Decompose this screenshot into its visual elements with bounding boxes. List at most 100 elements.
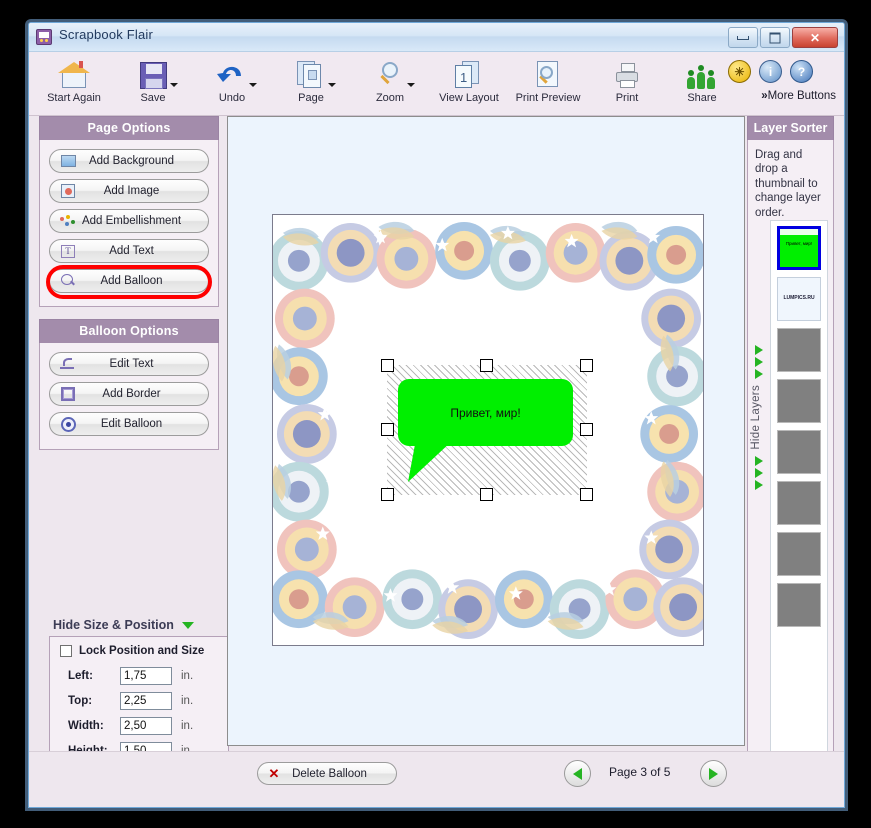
layer-thumbnail[interactable] xyxy=(777,532,821,576)
toolbar-print[interactable]: Print xyxy=(584,57,670,104)
toolbar-view-layout[interactable]: 1 View Layout xyxy=(426,57,512,104)
scrapbook-page[interactable]: Привет, мир! xyxy=(272,214,704,646)
edit-text-button[interactable]: Edit Text xyxy=(49,352,209,376)
triangle-up-group-icon xyxy=(750,345,768,379)
toolbar-label: Page xyxy=(298,92,324,104)
content-area: Page Options Add Background Add Image Ad… xyxy=(29,116,844,807)
layer-thumbnail[interactable]: LUMPICS.RU xyxy=(777,277,821,321)
add-background-button[interactable]: Add Background xyxy=(49,149,209,173)
magnifier-icon xyxy=(347,57,433,89)
balloon-selection[interactable]: Привет, мир! xyxy=(381,359,593,501)
application-window: Scrapbook Flair ✕ Start Again Save Undo … xyxy=(28,22,845,808)
resize-handle-sw[interactable] xyxy=(381,488,394,501)
pages-icon xyxy=(268,57,354,89)
toolbar-label: Undo xyxy=(218,92,246,104)
left-label: Left: xyxy=(68,670,93,682)
button-label: Edit Text xyxy=(109,358,154,370)
close-button[interactable]: ✕ xyxy=(792,27,838,48)
button-label: Add Background xyxy=(88,155,175,167)
left-field-row: Left: in. xyxy=(60,667,218,685)
toolbar-label: Zoom xyxy=(375,92,405,104)
hide-layers-toggle[interactable]: Hide Layers xyxy=(750,345,768,490)
left-sidebar: Page Options Add Background Add Image Ad… xyxy=(39,116,229,807)
size-position-title: Hide Size & Position xyxy=(53,618,174,632)
main-toolbar: Start Again Save Undo Page Zoom 1 View L… xyxy=(29,52,844,116)
button-label: Edit Balloon xyxy=(100,418,163,430)
page-options-panel: Add Background Add Image Add Embellishme… xyxy=(39,140,219,307)
layer-thumbnail[interactable] xyxy=(777,328,821,372)
toolbar-undo[interactable]: Undo xyxy=(189,57,275,104)
tip-bulb-icon[interactable]: ☀ xyxy=(728,60,751,83)
speech-balloon[interactable]: Привет, мир! xyxy=(398,379,573,482)
chevron-down-icon[interactable] xyxy=(328,83,336,87)
balloon-body[interactable]: Привет, мир! xyxy=(398,379,573,446)
balloon-tail-icon xyxy=(408,439,452,482)
balloon-icon xyxy=(55,274,81,288)
delete-balloon-button[interactable]: ✕ Delete Balloon xyxy=(257,762,397,785)
toolbar-label: Share xyxy=(687,92,717,104)
toolbar-label: Start Again xyxy=(47,92,101,104)
resize-handle-s[interactable] xyxy=(480,488,493,501)
resize-handle-ne[interactable] xyxy=(580,359,593,372)
button-label: Add Balloon xyxy=(100,275,163,287)
page-indicator: Page 3 of 5 xyxy=(609,765,671,779)
layer-thumbnail[interactable] xyxy=(777,583,821,627)
layer-thumbnail[interactable] xyxy=(777,379,821,423)
collapse-triangle-icon[interactable] xyxy=(181,621,194,629)
next-page-button[interactable] xyxy=(700,760,727,787)
resize-handle-se[interactable] xyxy=(580,488,593,501)
layer-thumbnail-list[interactable]: Привет, мир! LUMPICS.RU xyxy=(770,220,828,794)
border-icon xyxy=(55,387,81,401)
lock-position-checkbox[interactable] xyxy=(60,645,72,657)
help-question-icon[interactable]: ? xyxy=(790,60,813,83)
maximize-button[interactable] xyxy=(760,27,790,48)
undo-arrow-icon xyxy=(189,57,275,89)
button-label: Add Border xyxy=(102,388,161,400)
layer-thumbnail[interactable] xyxy=(777,481,821,525)
toolbar-save[interactable]: Save xyxy=(110,57,196,104)
toolbar-label: Print Preview xyxy=(515,92,581,104)
toolbar-label: View Layout xyxy=(439,92,499,104)
bottom-bar: ✕ Delete Balloon Page 3 of 5 xyxy=(29,751,844,807)
more-buttons-button[interactable]: »More Buttons xyxy=(761,90,836,102)
balloon-options-panel: Edit Text Add Border Edit Balloon xyxy=(39,343,219,450)
triangle-down-group-icon xyxy=(750,455,768,490)
print-preview-icon xyxy=(505,57,591,89)
layer-thumbnail[interactable] xyxy=(777,430,821,474)
add-text-button[interactable]: T Add Text xyxy=(49,239,209,263)
width-input[interactable] xyxy=(120,717,172,735)
add-embellishment-button[interactable]: Add Embellishment xyxy=(49,209,209,233)
resize-handle-n[interactable] xyxy=(480,359,493,372)
previous-page-button[interactable] xyxy=(564,760,591,787)
edit-text-icon xyxy=(55,357,81,371)
chevron-down-icon[interactable] xyxy=(249,83,257,87)
toolbar-start-again[interactable]: Start Again xyxy=(31,57,117,104)
resize-handle-w[interactable] xyxy=(381,423,394,436)
resize-handle-nw[interactable] xyxy=(381,359,394,372)
add-border-button[interactable]: Add Border xyxy=(49,382,209,406)
layer-thumbnail-selected[interactable]: Привет, мир! xyxy=(777,226,821,270)
chevron-down-icon[interactable] xyxy=(407,83,415,87)
toolbar-page[interactable]: Page xyxy=(268,57,354,104)
top-field-row: Top: in. xyxy=(60,692,218,710)
minimize-button[interactable] xyxy=(728,27,758,48)
toolbar-zoom[interactable]: Zoom xyxy=(347,57,433,104)
canvas-area[interactable]: Привет, мир! xyxy=(227,116,745,746)
window-controls: ✕ xyxy=(728,27,838,48)
resize-handle-e[interactable] xyxy=(580,423,593,436)
info-icon[interactable]: i xyxy=(759,60,782,83)
text-icon: T xyxy=(55,244,81,258)
top-input[interactable] xyxy=(120,692,172,710)
unit-label: in. xyxy=(181,720,194,732)
add-balloon-button[interactable]: Add Balloon xyxy=(46,265,212,299)
toolbar-print-preview[interactable]: Print Preview xyxy=(505,57,591,104)
size-position-header[interactable]: Hide Size & Position xyxy=(49,616,229,636)
left-input[interactable] xyxy=(120,667,172,685)
title-bar: Scrapbook Flair ✕ xyxy=(29,23,844,52)
edit-balloon-button[interactable]: Edit Balloon xyxy=(49,412,209,436)
lock-position-row[interactable]: Lock Position and Size xyxy=(60,645,218,657)
chevron-down-icon[interactable] xyxy=(170,83,178,87)
add-image-button[interactable]: Add Image xyxy=(49,179,209,203)
width-field-row: Width: in. xyxy=(60,717,218,735)
unit-label: in. xyxy=(181,695,194,707)
